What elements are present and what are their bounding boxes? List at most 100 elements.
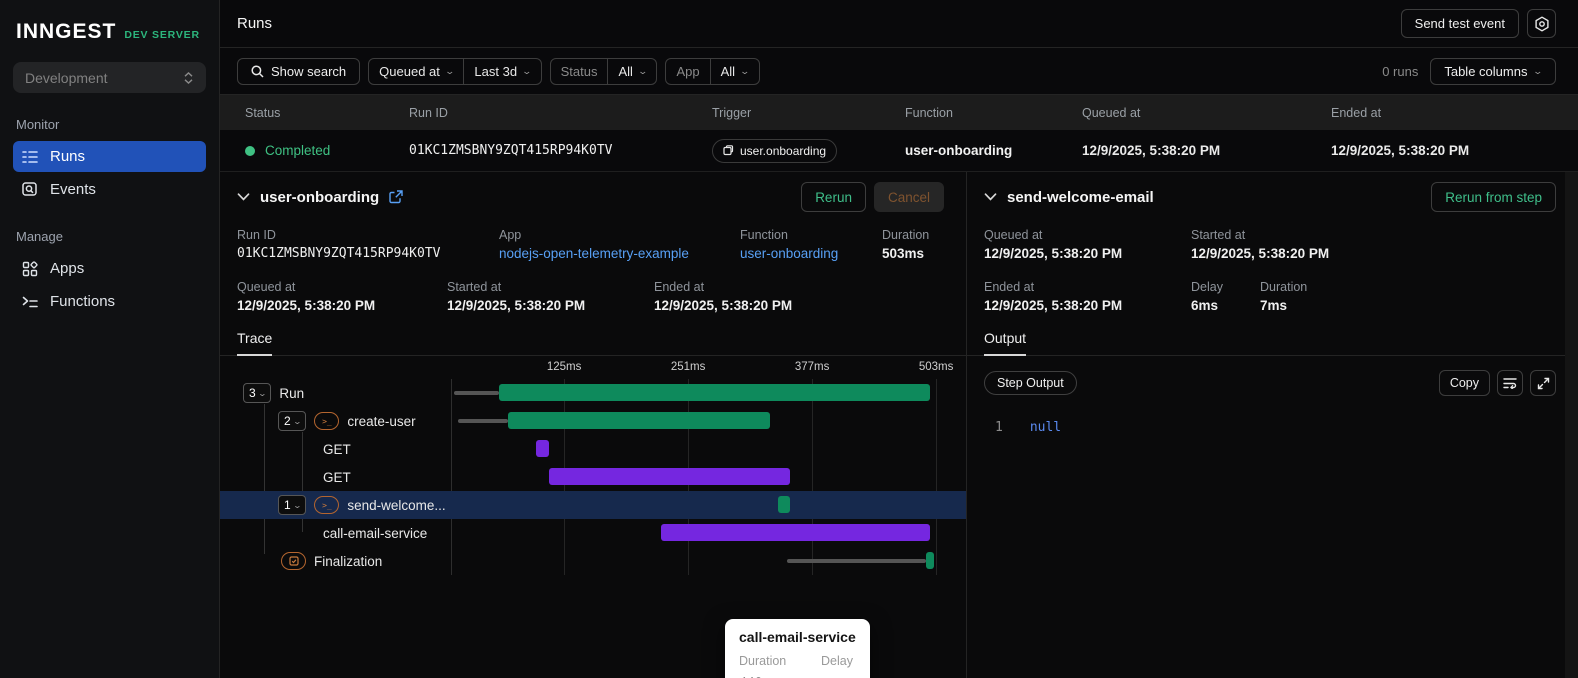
trace-wait-line[interactable]: [457, 419, 508, 423]
children-count-badge[interactable]: 3 ⌄: [243, 383, 272, 403]
status-filter-label: Status: [560, 63, 598, 79]
step-started-at-field: Started at 12/9/2025, 5:38:20 PM: [1191, 228, 1329, 261]
column-header-trigger: Trigger: [712, 105, 752, 120]
status-filter-value: All: [618, 63, 633, 79]
trace-span-bar[interactable]: [535, 440, 549, 457]
trace-span-bar[interactable]: [660, 524, 931, 541]
field-label: Duration: [1260, 280, 1308, 294]
trace-row-chart: [451, 435, 945, 463]
time-field-value: Queued at: [379, 63, 440, 79]
children-count-badge[interactable]: 2 ⌄: [278, 411, 307, 431]
trace-wait-line[interactable]: [453, 391, 499, 395]
status-filter-group: Status All ⌄: [549, 57, 658, 85]
run-title: user-onboarding: [260, 188, 380, 206]
table-columns-button[interactable]: Table columns ⌄: [1430, 57, 1556, 85]
trace-span-bar[interactable]: [548, 468, 790, 485]
collapse-chevron-icon[interactable]: [984, 193, 997, 201]
sidebar-item-runs[interactable]: Runs: [13, 141, 206, 172]
trace-row-chart: [451, 519, 945, 547]
column-header-status: Status: [245, 105, 281, 120]
ended-at-field: Ended at 12/9/2025, 5:38:20 PM: [654, 280, 792, 313]
workspace-select[interactable]: Development: [13, 62, 206, 93]
dev-server-tag: DEV SERVER: [124, 29, 200, 41]
trace-row-run[interactable]: 3 ⌄ Run: [220, 379, 966, 407]
trace-row-create-user[interactable]: 2 ⌄ >_ create-user: [220, 407, 966, 435]
runs-count: 0 runs: [1382, 63, 1419, 79]
gear-icon: [1534, 16, 1549, 31]
sidebar-item-events[interactable]: Events: [13, 174, 206, 205]
trace-row-chart: [451, 491, 945, 519]
inngest-logo: INNGEST: [16, 20, 117, 43]
children-count-badge[interactable]: 1 ⌄: [278, 495, 307, 515]
field-label: Ended at: [654, 280, 705, 294]
word-wrap-icon: [1503, 378, 1517, 389]
trace-span-bar[interactable]: [926, 552, 935, 569]
send-test-event-button[interactable]: Send test event: [1400, 9, 1519, 38]
run-status-cell: Completed: [245, 143, 409, 158]
time-range-value: Last 3d: [474, 63, 518, 79]
rerun-from-step-button[interactable]: Rerun from step: [1431, 182, 1556, 212]
run-panel: user-onboarding Rerun Cancel Run ID 01KC…: [220, 172, 967, 678]
sidebar-item-functions[interactable]: Functions: [13, 286, 206, 317]
expand-icon: [1537, 377, 1549, 389]
trace-span-bar[interactable]: [778, 496, 790, 513]
sidebar: INNGEST DEV SERVER Development Monitor R…: [0, 0, 220, 678]
trace-row-call-email-service[interactable]: call-email-service: [220, 519, 966, 547]
workspace-select-value: Development: [25, 69, 108, 86]
trace-span-bar[interactable]: [507, 412, 770, 429]
trace-row-get-1[interactable]: GET: [220, 435, 966, 463]
field-value: 12/9/2025, 5:38:20 PM: [654, 298, 793, 313]
field-label: Started at: [1191, 228, 1246, 242]
rerun-button[interactable]: Rerun: [801, 182, 866, 212]
app-link[interactable]: nodejs-open-telemetry-example: [499, 246, 740, 261]
trace-row-label: GET: [323, 441, 351, 457]
table-row[interactable]: Completed 01KC1ZMSBNY9ZQT415RP94K0TV use…: [220, 130, 1578, 172]
scrollbar-gutter[interactable]: [1565, 172, 1578, 678]
step-output-badge: Step Output: [984, 371, 1077, 395]
trace-row-send-welcome-email[interactable]: 1 ⌄ >_ send-welcome...: [220, 491, 966, 519]
show-search-button[interactable]: Show search: [237, 57, 361, 85]
trace-row-label: create-user: [347, 413, 416, 429]
expand-button[interactable]: [1530, 370, 1556, 396]
tab-trace[interactable]: Trace: [237, 330, 273, 356]
trace-row-chart: [451, 407, 945, 435]
settings-button[interactable]: [1527, 9, 1556, 38]
output-code: 1 null: [995, 420, 1578, 435]
field-label: Function: [740, 228, 788, 242]
time-field-dropdown[interactable]: Queued at ⌄: [369, 59, 463, 84]
trace-span-bar[interactable]: [498, 384, 930, 401]
trace-row-finalization[interactable]: Finalization: [220, 547, 966, 575]
status-filter-dropdown[interactable]: All ⌄: [607, 58, 656, 84]
sidebar-item-label: Events: [50, 181, 96, 198]
step-delay-field: Delay 6ms: [1191, 280, 1260, 313]
trigger-pill[interactable]: user.onboarding: [712, 138, 838, 163]
app-filter-dropdown[interactable]: All ⌄: [709, 58, 759, 84]
field-value: 12/9/2025, 5:38:20 PM: [984, 246, 1123, 261]
event-icon: [723, 145, 734, 156]
app-filter-value: All: [720, 63, 736, 79]
cancel-button[interactable]: Cancel: [873, 182, 944, 212]
field-value: 12/9/2025, 5:38:20 PM: [447, 298, 586, 313]
time-range-dropdown[interactable]: Last 3d ⌄: [463, 58, 540, 84]
collapse-chevron-icon[interactable]: [237, 193, 250, 201]
function-link[interactable]: user-onboarding: [740, 246, 882, 261]
copy-button[interactable]: Copy: [1438, 370, 1490, 396]
tooltip-duration-label: Duration: [739, 654, 787, 668]
trace-wait-line[interactable]: [786, 559, 926, 563]
started-at-field: Started at 12/9/2025, 5:38:20 PM: [447, 280, 654, 313]
step-run-icon: >_: [314, 496, 340, 514]
external-link-icon[interactable]: [389, 190, 403, 204]
word-wrap-button[interactable]: [1497, 370, 1523, 396]
output-toolbar: Step Output Copy: [984, 370, 1556, 396]
step-panel: send-welcome-email Rerun from step Queue…: [967, 172, 1578, 678]
sidebar-item-label: Apps: [50, 260, 85, 277]
page-title: Runs: [237, 15, 273, 32]
trace-row-get-2[interactable]: GET: [220, 463, 966, 491]
trace-row-label: send-welcome...: [347, 497, 446, 513]
tab-output[interactable]: Output: [984, 330, 1027, 356]
app-field: App nodejs-open-telemetry-example: [499, 228, 740, 261]
sidebar-item-apps[interactable]: Apps: [13, 253, 206, 284]
apps-icon: [22, 260, 38, 276]
chevron-down-icon: ⌄: [521, 65, 533, 76]
field-value: 6ms: [1191, 298, 1219, 313]
